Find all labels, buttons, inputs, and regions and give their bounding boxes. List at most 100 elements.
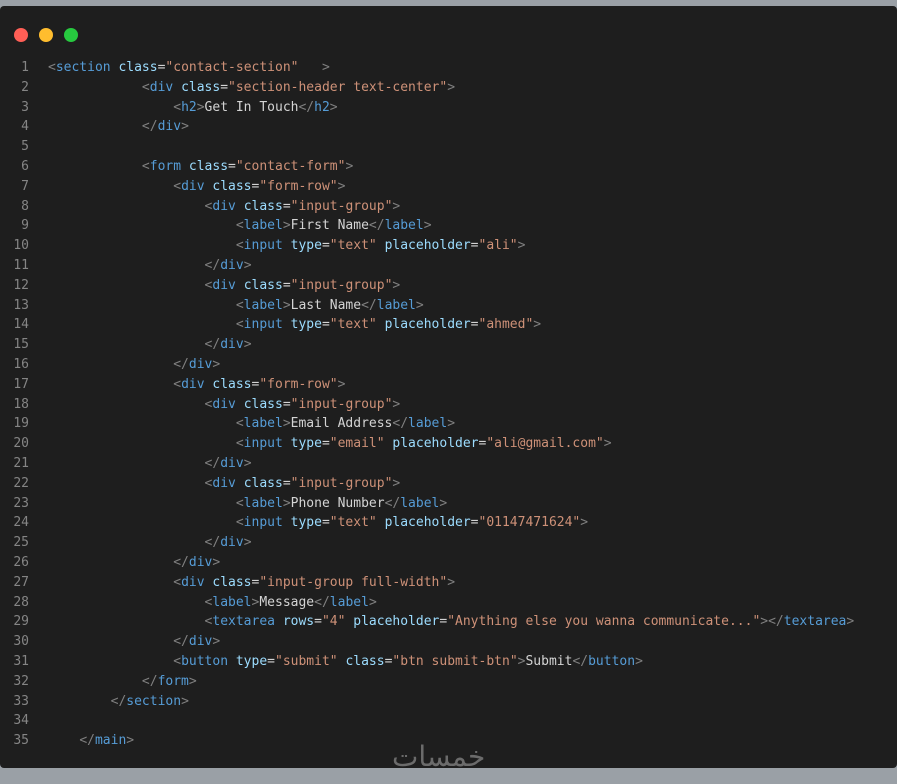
token-punct: > [635, 653, 643, 669]
maximize-button[interactable] [64, 28, 78, 42]
line-number: 23 [13, 495, 29, 511]
token-punct: </ [79, 733, 95, 749]
code-line: 2 <div class="section-header text-center… [0, 78, 897, 98]
token-tag: section [55, 60, 111, 75]
token-punct: > [392, 396, 401, 412]
token-punct: > [603, 436, 612, 452]
token-punct: > [447, 416, 456, 432]
token-punct: </ [298, 99, 315, 115]
token-tag: button [181, 653, 229, 669]
code-line: 16 </div> [0, 355, 897, 375]
code-line: 29 <textarea rows="4" placeholder="Anyth… [0, 612, 897, 632]
code-content: <div class="input-group full-width"> [48, 573, 455, 593]
token-tag: div [188, 554, 213, 570]
code-window: 1 <section class="contact-section" >2 <di… [0, 6, 897, 773]
minimize-button[interactable] [39, 28, 53, 42]
token-punct: > [447, 574, 456, 590]
code-line: 31 <button type="submit" class="btn subm… [0, 652, 897, 672]
code-content: </div> [48, 553, 220, 573]
token-punct: </ [384, 495, 401, 511]
code-line: 8 <div class="input-group"> [0, 197, 897, 217]
token-punct: < [235, 297, 244, 313]
token-punct: > [392, 475, 401, 491]
token-str: "input-group" [290, 277, 393, 293]
code-line: 23 <label>Phone Number</label> [0, 494, 897, 514]
line-number: 28 [13, 594, 29, 610]
token-punct: > [329, 99, 338, 115]
token-attr: class [181, 79, 221, 95]
code-line: 13 <label>Last Name</label> [0, 296, 897, 316]
token-txt: Email Address [290, 416, 393, 432]
token-punct: < [173, 178, 182, 194]
code-line: 25 </div> [0, 533, 897, 553]
token-punct: </ [173, 554, 189, 570]
line-number: 1 [21, 60, 29, 75]
code-line: 19 <label>Email Address</label> [0, 414, 897, 434]
line-number: 12 [13, 277, 29, 293]
code-content: <div class="form-row"> [48, 375, 345, 395]
token-str: "input-group full-width" [259, 574, 448, 590]
code-content: <input type="text" placeholder="ahmed"> [48, 315, 541, 335]
token-str: "section-header text-center" [228, 79, 448, 95]
line-number: 34 [13, 713, 29, 729]
token-tag: label [212, 594, 252, 610]
code-content: <div class="input-group"> [48, 474, 401, 494]
code-line: 17 <div class="form-row"> [0, 375, 897, 395]
token-punct: < [141, 158, 150, 174]
token-punct: > [321, 60, 330, 75]
token-punct: > [282, 495, 291, 511]
code-content: </div> [48, 454, 252, 474]
token-punct: < [173, 99, 182, 115]
token-attr: type [290, 515, 322, 531]
token-punct: > [243, 455, 252, 471]
line-number: 25 [13, 535, 29, 551]
token-tag: input [243, 317, 283, 333]
token-punct: < [235, 495, 244, 511]
token-punct: > [243, 535, 252, 551]
close-button[interactable] [14, 28, 28, 42]
token-tag: div [181, 574, 205, 590]
token-punct: < [48, 60, 56, 75]
token-punct: > [243, 257, 252, 273]
code-content: <form class="contact-form"> [48, 157, 353, 177]
token-str: "4" [321, 614, 346, 630]
code-line: 5 [0, 137, 897, 157]
token-txt: = [282, 198, 291, 214]
code-line: 22 <div class="input-group"> [0, 474, 897, 494]
token-txt: Phone Number [290, 495, 385, 511]
token-tag: div [212, 277, 236, 293]
code-content: </section> [48, 692, 189, 712]
line-number: 14 [13, 317, 29, 333]
token-txt: = [321, 317, 330, 333]
token-punct: > [439, 495, 448, 511]
code-line: 21 </div> [0, 454, 897, 474]
token-punct: </ [361, 297, 377, 313]
token-txt: = [282, 396, 291, 412]
token-punct: > [423, 218, 432, 234]
code-line: 12 <div class="input-group"> [0, 276, 897, 296]
token-punct: > [415, 297, 424, 313]
token-str: "ali" [478, 238, 518, 254]
code-content: <div class="input-group"> [48, 276, 401, 296]
token-tag: div [212, 475, 236, 491]
line-number: 5 [21, 139, 29, 155]
token-str: "text" [329, 238, 377, 254]
line-number: 32 [13, 673, 29, 689]
code-content: </div> [48, 256, 252, 276]
code-content: <div class="form-row"> [48, 177, 345, 197]
token-attr: placeholder [392, 436, 479, 452]
token-txt: Submit [525, 653, 573, 669]
